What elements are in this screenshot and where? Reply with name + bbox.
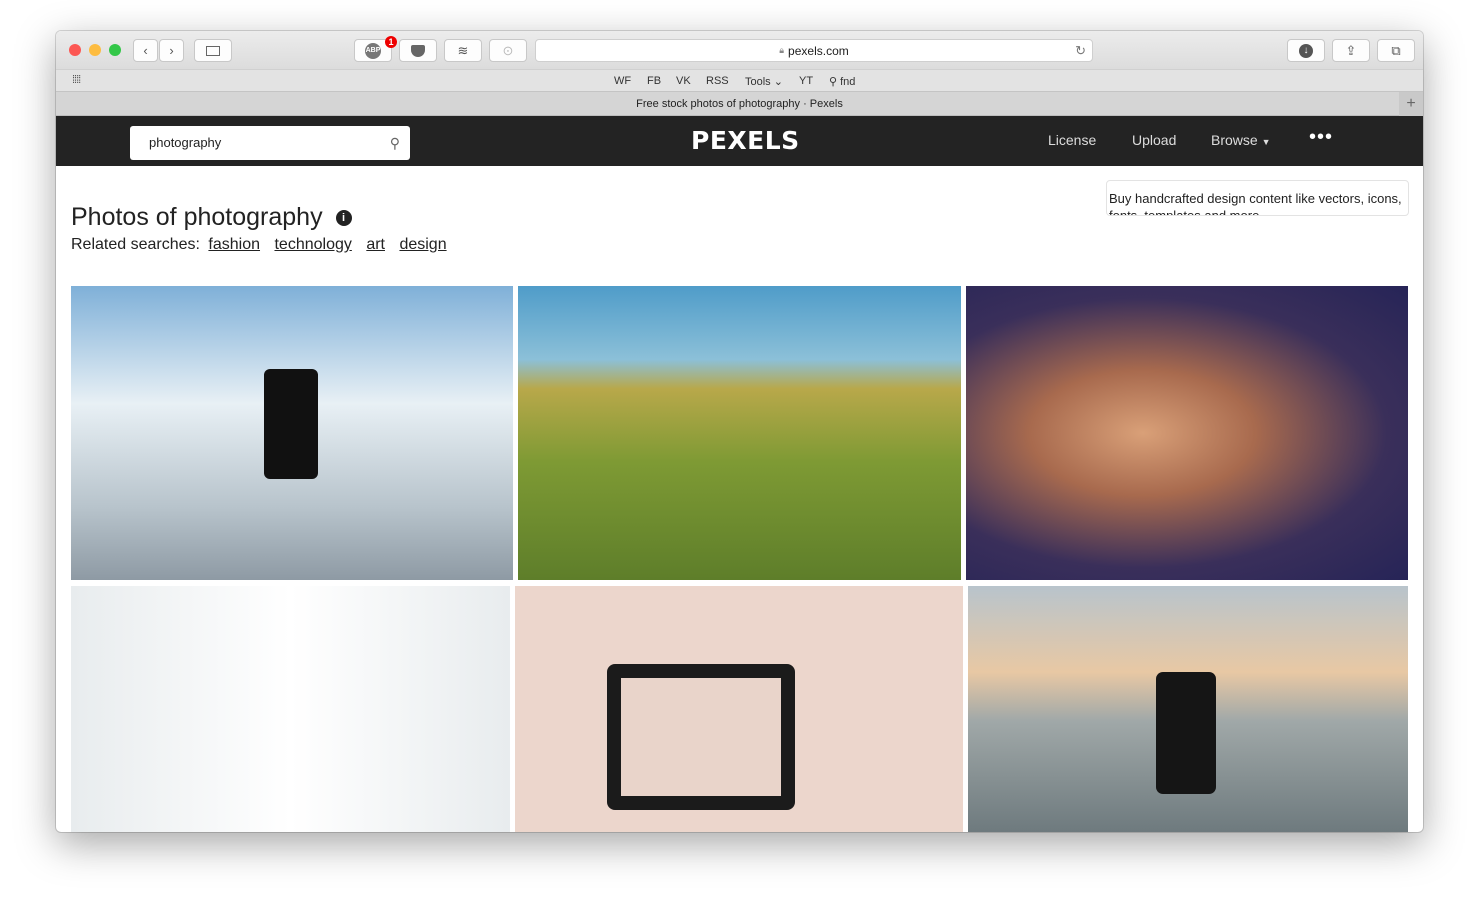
photo-woman-portrait[interactable] [966,286,1408,580]
related-searches: Related searches: fashion technology art… [71,236,447,254]
bookmark-tools[interactable]: Tools ⌄ [745,75,783,88]
lock-icon: 🔒︎ [779,45,785,55]
bookmarks-bar: ⁞⁞⁞⁞ WF FB VK RSS Tools ⌄ YT ⚲ fnd [56,69,1423,92]
chevron-down-icon: ⌄ [773,76,783,88]
tabs-button[interactable]: ⧉ [1377,39,1415,62]
tablet-shape [607,664,795,810]
download-icon: ↓ [1299,43,1313,58]
tools-label: Tools [745,76,771,88]
related-technology[interactable]: technology [274,236,351,253]
photo-tablet-cameras[interactable] [515,586,963,832]
bookmark-vk[interactable]: VK [676,75,691,87]
nav-license[interactable]: License [1048,132,1096,148]
photo-studio-lights[interactable] [71,586,510,832]
forward-button[interactable]: › [159,39,184,62]
buffer-button[interactable]: ≋ [444,39,482,62]
page-title: Photos of photography i [71,203,352,232]
bookmark-rss[interactable]: RSS [706,75,729,87]
extension-button[interactable]: ⊙ [489,39,527,62]
pocket-icon [411,44,425,57]
page-title-text: Photos of photography [71,203,323,231]
sidebar-button[interactable] [194,39,232,62]
close-button[interactable] [69,44,81,56]
adblock-button[interactable]: ABP 1 [354,36,397,62]
title-bar: ‹ › ABP 1 ≋ ⊙ 🔒︎ pexels.com ↻ ↓ ⇪ ⧉ [56,31,1423,69]
browse-label: Browse [1211,132,1258,148]
nav-browse[interactable]: Browse ▼ [1211,132,1271,148]
site-header: photography ⚲ PEXELS License Upload Brow… [56,116,1423,166]
reload-icon[interactable]: ↻ [1075,43,1086,59]
zoom-button[interactable] [109,44,121,56]
phone-shape [1156,672,1216,794]
search-icon[interactable]: ⚲ [390,126,400,160]
bookmark-fnd[interactable]: ⚲ fnd [829,75,855,88]
tab-bar: Free stock photos of photography · Pexel… [56,92,1423,116]
active-tab[interactable]: Free stock photos of photography · Pexel… [636,98,843,110]
fnd-label: fnd [840,76,856,88]
abp-badge: 1 [385,36,397,48]
sidebar-icon [206,45,220,56]
related-label: Related searches: [71,236,200,253]
address-bar[interactable]: 🔒︎ pexels.com ↻ [535,39,1093,62]
pocket-button[interactable] [399,39,437,62]
chevron-right-icon: › [169,43,174,58]
search-icon: ⚲ [829,76,838,88]
search-value: photography [149,135,222,150]
layers-icon: ≋ [457,42,469,58]
phone-shape [264,369,318,479]
extension-icon: ⊙ [502,42,514,58]
url-text: pexels.com [788,43,849,58]
minimize-button[interactable] [89,44,101,56]
related-fashion[interactable]: fashion [208,236,260,253]
photo-phone-city[interactable] [71,286,513,580]
new-tab-button[interactable]: + [1399,92,1423,116]
share-button[interactable]: ⇪ [1332,39,1370,62]
ad-banner[interactable]: Buy handcrafted design content like vect… [1106,180,1409,216]
related-art[interactable]: art [366,236,385,253]
photo-phone-sunset[interactable] [968,586,1408,832]
browser-window: ‹ › ABP 1 ≋ ⊙ 🔒︎ pexels.com ↻ ↓ ⇪ ⧉ ⁞⁞⁞⁞… [56,31,1423,832]
photo-family-field[interactable] [518,286,961,580]
info-icon[interactable]: i [335,210,352,226]
search-input[interactable]: photography ⚲ [130,126,410,160]
apps-grid-icon[interactable]: ⁞⁞⁞⁞ [72,74,81,86]
pexels-logo[interactable]: PEXELS [691,126,800,155]
related-design[interactable]: design [399,236,446,253]
caret-down-icon: ▼ [1261,137,1271,147]
bookmark-yt[interactable]: YT [799,75,813,87]
more-menu-icon[interactable]: ••• [1309,126,1333,149]
nav-upload[interactable]: Upload [1132,132,1176,148]
downloads-button[interactable]: ↓ [1287,39,1325,62]
back-button[interactable]: ‹ [133,39,158,62]
bookmark-wf[interactable]: WF [614,75,631,87]
abp-icon: ABP [365,42,381,59]
tabs-icon: ⧉ [1391,42,1401,58]
bookmark-fb[interactable]: FB [647,75,661,87]
share-icon: ⇪ [1345,42,1357,58]
chevron-left-icon: ‹ [143,43,148,58]
